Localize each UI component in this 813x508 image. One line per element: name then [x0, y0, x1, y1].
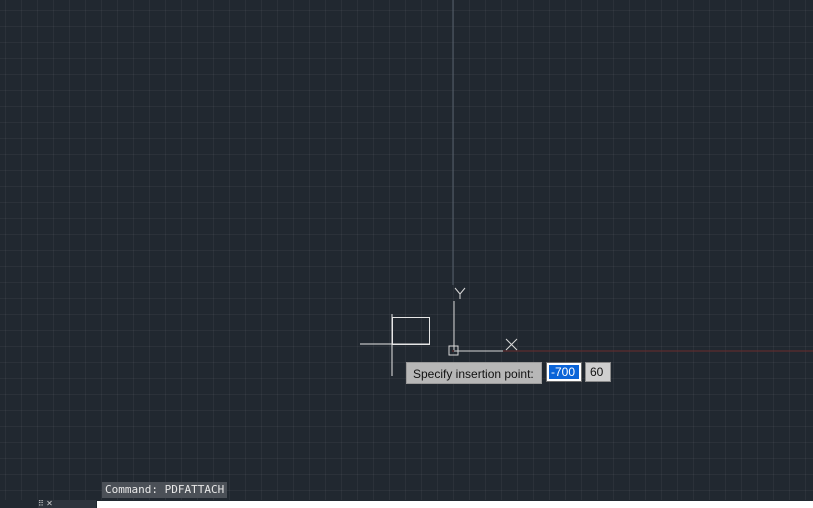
ucs-x-label: [505, 338, 518, 351]
command-input[interactable]: [97, 501, 813, 508]
command-history-line: Command: PDFATTACH: [102, 482, 228, 498]
y-coordinate-field[interactable]: 60: [585, 362, 611, 382]
insertion-point-prompt: Specify insertion point:: [406, 362, 542, 384]
x-coordinate-value[interactable]: -700: [549, 365, 579, 379]
canvas-overlay: [360, 0, 813, 376]
ucs-y-label: [454, 287, 466, 299]
x-coordinate-field[interactable]: -700: [546, 362, 582, 382]
ucs-icon: [448, 287, 518, 356]
command-line-handle[interactable]: ⠿ ✕: [38, 500, 96, 508]
